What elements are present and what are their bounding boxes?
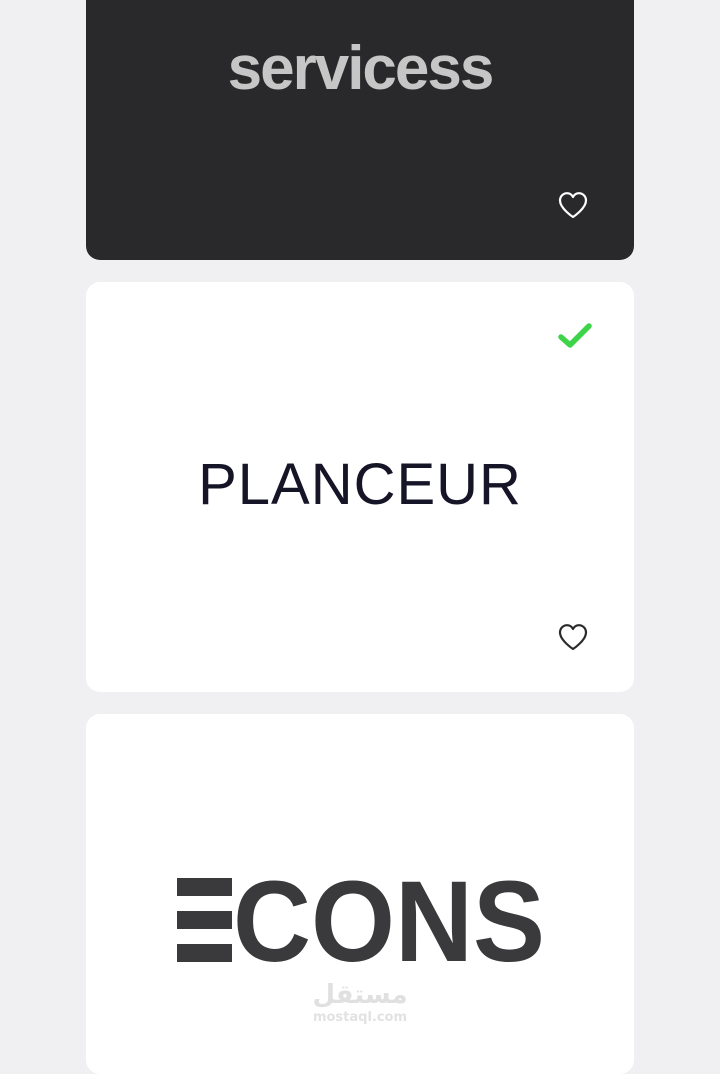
heart-outline-icon[interactable] (557, 190, 589, 220)
watermark-arabic-text: مستقل (312, 980, 408, 1010)
watermark-latin-text: mostaql.com (312, 1010, 408, 1025)
econs-logo: CONS (177, 876, 545, 964)
planceur-logo-text: PLANCEUR (198, 452, 522, 517)
mostaql-watermark: مستقل mostaql.com (0, 982, 720, 1025)
svg-text:CONS: CONS (233, 876, 545, 964)
heart-outline-icon[interactable] (557, 622, 589, 652)
checkmark-icon (558, 323, 592, 348)
servicess-logo-text: servicess (227, 34, 495, 103)
